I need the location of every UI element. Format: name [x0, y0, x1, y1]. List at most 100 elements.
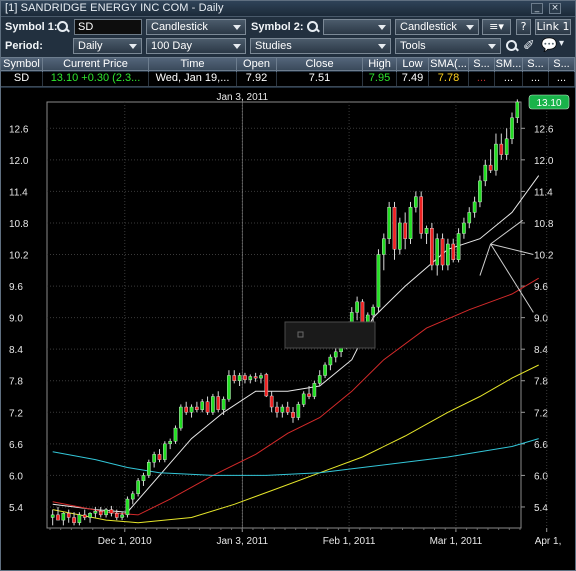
- quote-header-cell[interactable]: S...: [469, 58, 495, 72]
- quote-header-cell[interactable]: SMA(...: [429, 58, 469, 72]
- candle: [291, 412, 295, 418]
- y-tick-label: 5.4: [534, 503, 548, 514]
- crosshair-date-label: Jan 3, 2011: [217, 92, 269, 103]
- studies-select[interactable]: Studies: [250, 38, 391, 54]
- minimize-icon[interactable]: _: [531, 3, 543, 14]
- chevron-down-icon: [233, 44, 241, 49]
- quote-header-cell[interactable]: Low: [397, 58, 429, 72]
- candle: [398, 222, 402, 250]
- comment-icon[interactable]: 💬: [541, 38, 557, 53]
- quote-header-cell[interactable]: Close: [277, 58, 363, 72]
- candle: [77, 514, 82, 523]
- candle: [173, 427, 178, 442]
- quote-header-cell[interactable]: Time: [149, 58, 237, 72]
- candle: [301, 393, 306, 405]
- candle: [296, 404, 301, 418]
- quote-header-cell[interactable]: Open: [237, 58, 277, 72]
- chevron-down-icon: [129, 44, 137, 49]
- symbol2-input[interactable]: [323, 19, 391, 35]
- quote-table-header: Symbol Current Price Time Open Close High Low S…: [1, 57, 575, 72]
- candle: [157, 454, 162, 460]
- candle: [419, 196, 423, 234]
- candle: [227, 375, 231, 400]
- candle: [510, 117, 514, 140]
- candle: [414, 196, 418, 208]
- candle: [376, 254, 381, 308]
- x-tick-label: Dec 1, 2010: [98, 536, 152, 547]
- y-tick-label-left: 6.6: [9, 440, 23, 451]
- candle: [130, 493, 135, 500]
- y-tick-label-left: 10.8: [9, 219, 29, 230]
- menu-lines-button[interactable]: ≡▾: [482, 19, 511, 35]
- candle: [184, 406, 188, 413]
- candle: [456, 233, 461, 260]
- close-icon[interactable]: ×: [549, 3, 561, 14]
- candle: [312, 383, 317, 397]
- chart-type-1-select[interactable]: Candlestick: [146, 19, 246, 35]
- drawing-tool-icon[interactable]: ✐: [523, 38, 535, 54]
- candlestick-chart[interactable]: 5.4 5.4 6.0 6.0 6.6 6.6 7.2 7.2 7.8 7.8 8.4 8.4 9.0 9…: [1, 88, 575, 570]
- window-title: [1] SANDRIDGE ENERGY INC COM - Daily: [5, 2, 224, 14]
- chart-type-2-value: Candlestick: [400, 21, 457, 33]
- zoom-icon[interactable]: [505, 39, 519, 53]
- chevron-down-icon: [378, 25, 386, 30]
- candle: [211, 396, 215, 413]
- candle: [499, 143, 504, 155]
- candle: [328, 356, 333, 366]
- chart-type-2-select[interactable]: Candlestick: [395, 19, 479, 35]
- candle: [61, 513, 66, 521]
- quote-cell-open: 7.92: [237, 72, 277, 86]
- quote-header-cell[interactable]: SM...: [495, 58, 523, 72]
- quote-cell-s1: ...: [469, 72, 495, 86]
- quote-cell-close: 7.51: [277, 72, 363, 86]
- candle: [200, 401, 205, 410]
- candle: [141, 475, 146, 481]
- y-tick-label-left: 11.4: [9, 187, 28, 198]
- candle: [243, 375, 247, 380]
- range-select[interactable]: 100 Day: [146, 38, 246, 54]
- symbol2-search-icon[interactable]: [306, 20, 320, 34]
- chevron-down-icon: [488, 44, 496, 49]
- candle: [88, 513, 92, 518]
- tools-select[interactable]: Tools: [395, 38, 501, 54]
- candle: [114, 513, 119, 518]
- y-tick-label-left: 12.6: [9, 124, 29, 135]
- candle: [205, 401, 210, 413]
- help-button[interactable]: ?: [516, 19, 531, 35]
- y-tick-label: 10.8: [534, 219, 554, 230]
- candle: [216, 396, 221, 410]
- candle: [333, 351, 338, 358]
- candle: [72, 517, 76, 523]
- quote-cell-symbol: SD: [1, 72, 43, 86]
- quote-header-cell[interactable]: High: [363, 58, 397, 72]
- chevron-down-icon[interactable]: ▾: [559, 38, 564, 49]
- quote-header-cell[interactable]: S...: [549, 58, 575, 72]
- y-tick-label: 12.6: [534, 124, 554, 135]
- quote-header-cell[interactable]: Current Price: [43, 58, 149, 72]
- candle: [136, 480, 140, 495]
- candle: [275, 406, 279, 413]
- candle: [189, 406, 194, 413]
- candle: [248, 376, 253, 380]
- menu-lines-icon: ≡▾: [489, 20, 504, 33]
- candle: [323, 364, 327, 376]
- y-tick-label-left: 6.0: [9, 471, 23, 482]
- chevron-down-icon: [466, 25, 474, 30]
- candle: [462, 222, 466, 234]
- chart-area[interactable]: 5.4 5.4 6.0 6.0 6.6 6.6 7.2 7.2 7.8 7.8 8.4 8.4 9.0 9…: [1, 88, 575, 570]
- chevron-down-icon: [378, 44, 386, 49]
- symbol1-input[interactable]: SD: [74, 19, 142, 35]
- quote-header-cell[interactable]: S...: [523, 58, 549, 72]
- chevron-down-icon: [233, 25, 241, 30]
- candle: [269, 395, 274, 408]
- period-value: Daily: [78, 40, 103, 52]
- symbol2-label: Symbol 2:: [251, 21, 304, 33]
- candle: [451, 243, 456, 260]
- quote-header-cell[interactable]: Symbol: [1, 58, 43, 72]
- quote-table-row[interactable]: SD 13.10 +0.30 (2.3... Wed, Jan 19,... 7.92…: [1, 72, 575, 87]
- candle: [147, 462, 151, 476]
- y-tick-label: 6.6: [534, 440, 548, 451]
- link-button[interactable]: Link 1: [535, 19, 571, 35]
- symbol1-search-icon[interactable]: [56, 20, 70, 34]
- period-select[interactable]: Daily: [73, 38, 142, 54]
